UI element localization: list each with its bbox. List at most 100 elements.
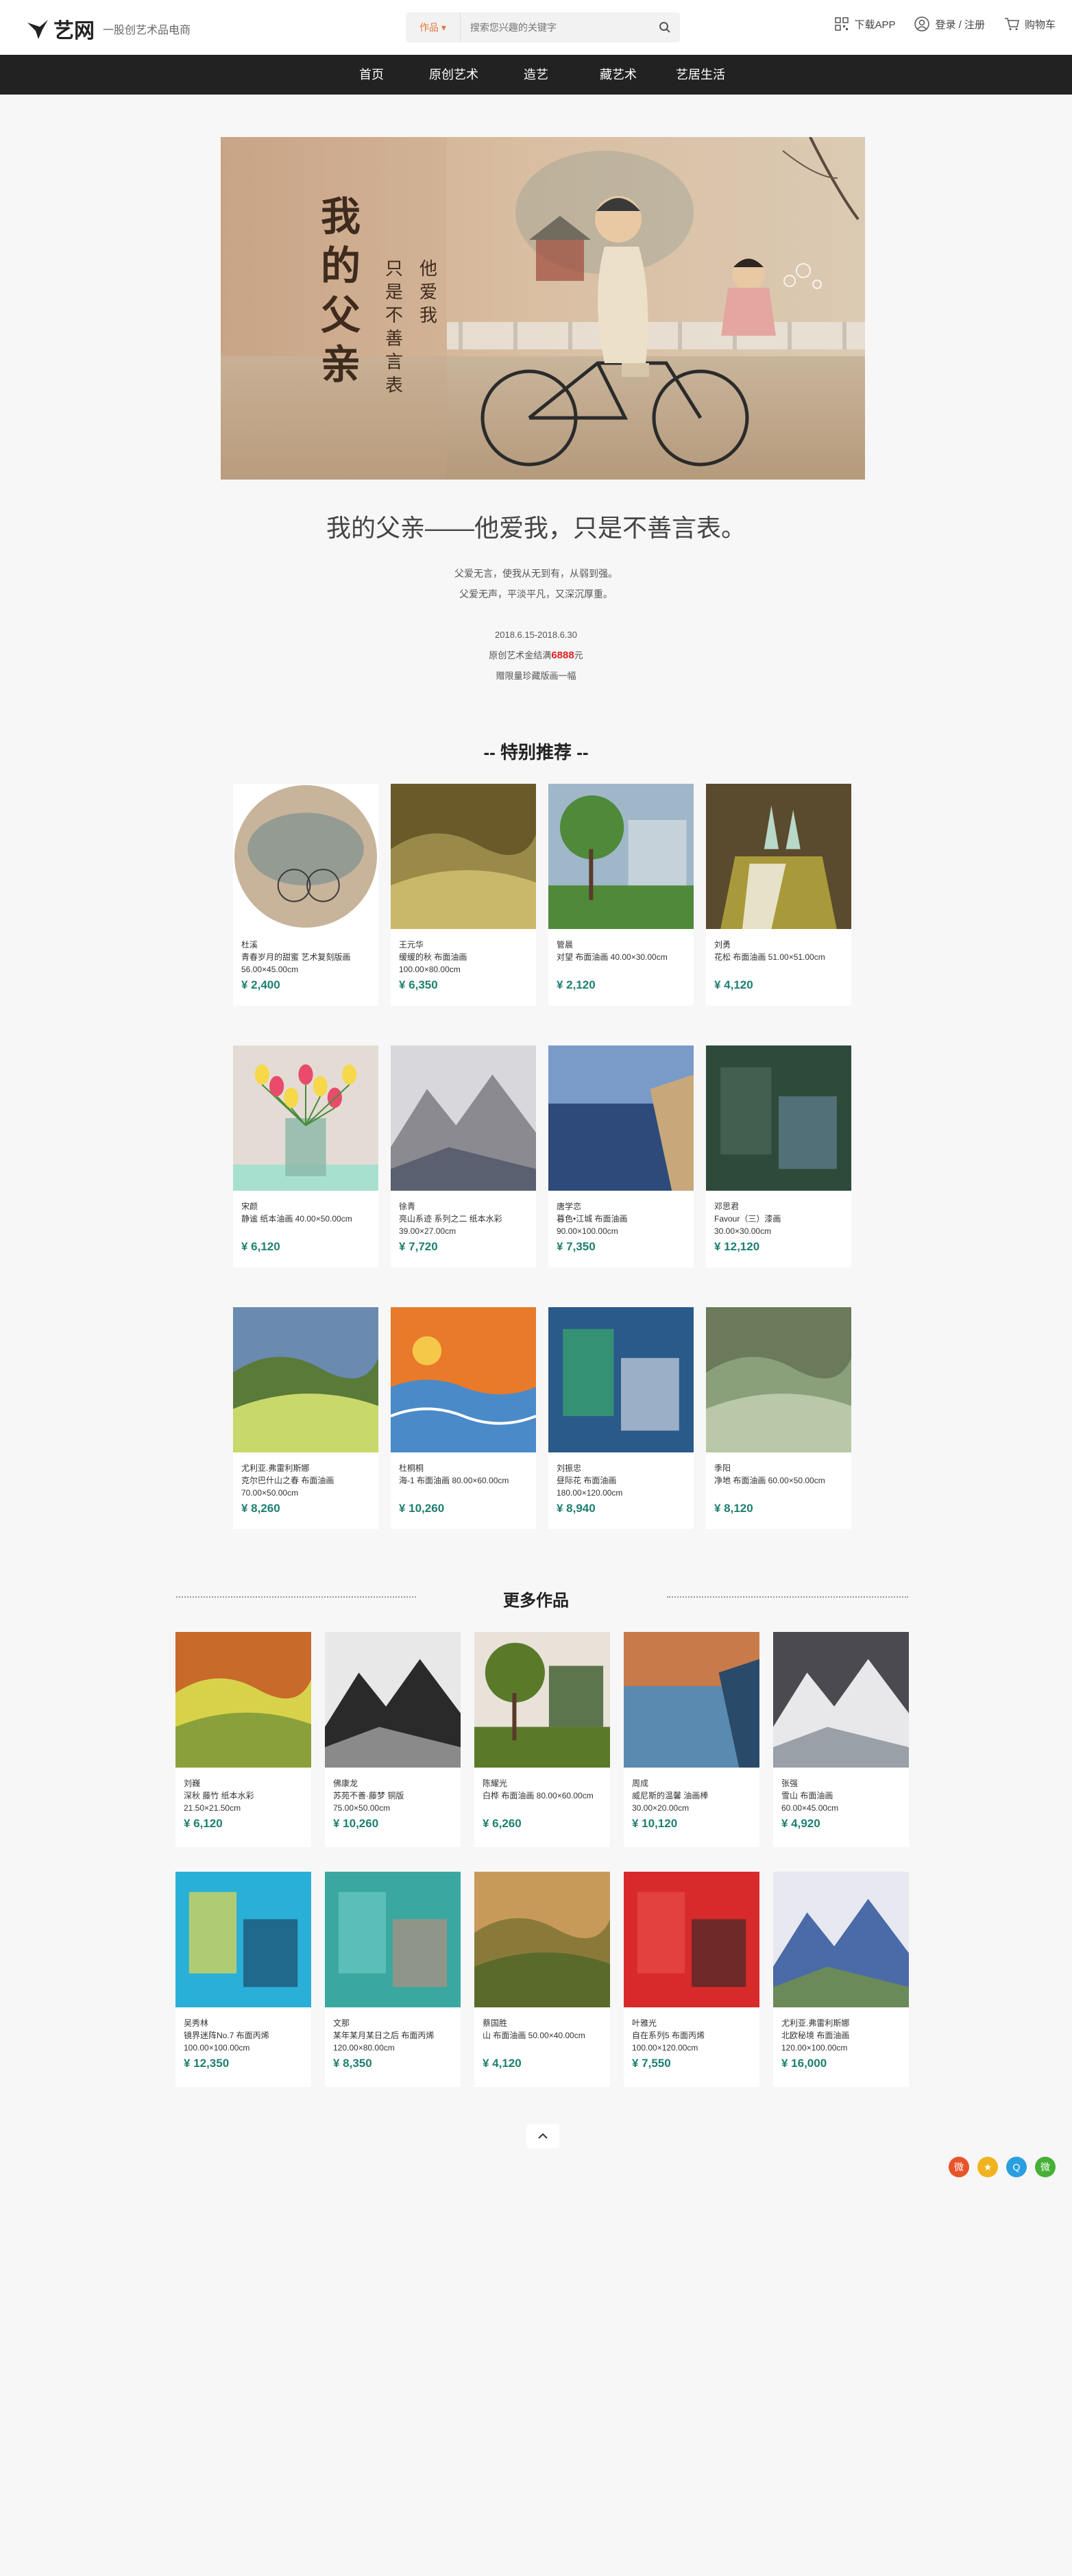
more-artwork-card[interactable]: 刘巍 深秋 藤竹 纸本水彩 21.50×21.50cm ¥ 6,120: [175, 1632, 311, 1847]
artist-name[interactable]: 周成: [632, 1777, 708, 1789]
cart-link[interactable]: 购物车: [1004, 17, 1056, 32]
artwork-thumbnail[interactable]: [390, 1307, 537, 1456]
artist-name[interactable]: 杜溪: [241, 939, 350, 951]
search-input[interactable]: [460, 22, 650, 33]
special-artwork-card[interactable]: 杜桐桐 海-1 布面油画 80.00×60.00cm ¥ 10,260: [390, 1307, 537, 1529]
special-artwork-card[interactable]: 季阳 净地 布面油画 60.00×50.00cm ¥ 8,120: [706, 1307, 851, 1529]
artist-name[interactable]: 佛康龙: [333, 1777, 404, 1789]
artist-name[interactable]: 张强: [781, 1777, 838, 1789]
more-artwork-card[interactable]: 吴秀林 镜界迷阵No.7 布面丙烯 100.00×100.00cm ¥ 12,350: [175, 1872, 311, 2087]
nav-item-original-art[interactable]: 原创艺术: [413, 55, 495, 95]
logo-text: 艺网: [53, 19, 95, 43]
artwork-info: 季阳 净地 布面油画 60.00×50.00cm: [714, 1462, 825, 1487]
qq-icon[interactable]: Q: [1006, 2157, 1027, 2177]
artist-name[interactable]: 叶雅光: [632, 2017, 705, 2029]
artist-name[interactable]: 王元华: [399, 939, 467, 951]
artist-name[interactable]: 季阳: [714, 1462, 825, 1474]
artwork-thumbnail[interactable]: [474, 1632, 610, 1771]
more-artwork-card[interactable]: 蔡国胜山 布面油画 50.00×40.00cm ¥ 4,120: [474, 1872, 610, 2087]
special-artwork-card[interactable]: 唐学恋 暮色•江城 布面油画 90.00×100.00cm ¥ 7,350: [548, 1045, 694, 1267]
event-description: 父爱无言，使我从无到有，从弱到强。 父爱无声，平淡平凡，又深沉厚重。: [0, 563, 1072, 604]
download-app-link[interactable]: 下载APP: [835, 17, 895, 32]
artwork-thumbnail[interactable]: [706, 1307, 851, 1456]
nav-item-home-living[interactable]: 艺居生活: [659, 55, 742, 95]
artwork-detail: 56.00×45.00cm: [241, 965, 299, 974]
search-category-dropdown[interactable]: 作品 ▾: [406, 12, 461, 42]
artwork-detail: 60.00×45.00cm: [781, 1803, 839, 1813]
artist-name[interactable]: 邓思君: [714, 1200, 781, 1213]
artwork-detail: Favour（三）漆画: [714, 1214, 781, 1224]
artwork-thumbnail[interactable]: [391, 784, 536, 932]
artist-name[interactable]: 徐青: [399, 1200, 502, 1213]
artist-name[interactable]: 刘振忠: [557, 1462, 622, 1474]
artwork-thumbnail[interactable]: [706, 784, 851, 932]
artwork-detail: 青春岁月的甜蜜 艺术复刻版画: [241, 952, 351, 962]
more-artwork-card[interactable]: 陈耀光 白桦 布面油画 80.00×60.00cm ¥ 6,260: [474, 1632, 610, 1847]
artist-name[interactable]: 管晨: [557, 939, 668, 951]
special-artwork-card[interactable]: 管晨 对望 布面油画 40.00×30.00cm ¥ 2,120: [548, 784, 694, 1006]
artwork-thumbnail[interactable]: [548, 784, 694, 932]
artist-name[interactable]: 杜桐桐: [399, 1462, 509, 1474]
special-artwork-card[interactable]: 王元华 缓缓的秋 布面油画 100.00×80.00cm ¥ 6,350: [391, 784, 536, 1006]
qzone-icon[interactable]: ★: [977, 2157, 998, 2177]
login-link[interactable]: 登录 / 注册: [914, 16, 985, 32]
more-artwork-card[interactable]: 叶雅光 自在系列5 布面丙烯 100.00×120.00cm ¥ 7,550: [624, 1872, 759, 2087]
special-artwork-card[interactable]: 刘振忠 昼际花 布面油画 180.00×120.00cm ¥ 8,940: [548, 1307, 694, 1529]
artwork-thumbnail[interactable]: [391, 1045, 536, 1194]
back-to-top-button[interactable]: [526, 2124, 559, 2148]
more-artwork-card[interactable]: 佛康龙 苏苑不善·藤梦 铜版 75.00×50.00cm ¥ 10,260: [325, 1632, 461, 1847]
artwork-thumbnail[interactable]: [548, 1307, 694, 1456]
artist-name[interactable]: 唐学恋: [557, 1200, 628, 1213]
artwork-price: ¥ 2,120: [557, 978, 596, 991]
artwork-thumbnail[interactable]: [233, 1307, 378, 1456]
artist-name[interactable]: 陈耀光: [483, 1777, 594, 1789]
weibo-icon[interactable]: 微: [949, 2157, 969, 2177]
search-button[interactable]: [650, 12, 680, 42]
artwork-thumbnail[interactable]: [325, 1872, 461, 2011]
nav-item-craft[interactable]: 造艺: [495, 55, 577, 95]
event-gift: 赠限量珍藏版画一幅: [496, 671, 576, 681]
artist-name[interactable]: 刘巍: [184, 1777, 254, 1789]
artist-name[interactable]: 吴秀林: [184, 2017, 269, 2029]
artwork-detail: 克尔巴什山之春 布面油画: [241, 1476, 334, 1485]
artwork-thumbnail[interactable]: [773, 1632, 909, 1771]
artwork-info: 杜桐桐 海-1 布面油画 80.00×60.00cm: [399, 1462, 509, 1487]
artwork-detail: 暮色•江城 布面油画: [557, 1214, 628, 1224]
special-artwork-card[interactable]: 宋颜 静谧 纸本油画 40.00×50.00cm ¥ 6,120: [233, 1045, 378, 1267]
more-artwork-card[interactable]: 张强 雪山 布面油画 60.00×45.00cm ¥ 4,920: [773, 1632, 909, 1847]
more-artwork-card[interactable]: 尤利亚.弗雷利斯娜 北欧秘境 布面油画 120.00×100.00cm ¥ 16,00…: [773, 1872, 909, 2087]
artwork-info: 佛康龙 苏苑不善·藤梦 铜版 75.00×50.00cm: [333, 1777, 404, 1814]
artwork-detail: 对望 布面油画 40.00×30.00cm: [557, 952, 668, 962]
artwork-thumbnail[interactable]: [233, 1045, 378, 1194]
artwork-thumbnail[interactable]: [548, 1045, 694, 1194]
artwork-price: ¥ 2,400: [241, 978, 280, 991]
artist-name[interactable]: 尤利亚.弗雷利斯娜: [781, 2017, 849, 2029]
artist-name[interactable]: 刘勇: [714, 939, 825, 951]
artwork-thumbnail[interactable]: [706, 1045, 851, 1194]
artwork-thumbnail[interactable]: [175, 1632, 311, 1771]
site-logo[interactable]: 艺网: [26, 14, 95, 44]
special-artwork-card[interactable]: 徐青 亮山系迹 系列之二 纸本水彩 39.00×27.00cm ¥ 7,720: [391, 1045, 536, 1267]
event-banner[interactable]: 我 的 父 亲 他 爱 我 只 是 不 善 言 表: [221, 137, 865, 480]
more-artwork-card[interactable]: 周成 威尼斯的温馨 油画棒 30.00×20.00cm ¥ 10,120: [624, 1632, 759, 1847]
artist-name[interactable]: 宋颜: [241, 1200, 352, 1213]
artist-name[interactable]: 蔡国胜: [483, 2017, 585, 2029]
special-artwork-card[interactable]: 杜溪 青春岁月的甜蜜 艺术复刻版画 56.00×45.00cm ¥ 2,400: [233, 784, 378, 1006]
artwork-thumbnail[interactable]: [474, 1872, 610, 2011]
special-artwork-card[interactable]: 尤利亚.弗雷利斯娜 克尔巴什山之春 布面油画 70.00×50.00cm ¥ 8,26…: [233, 1307, 378, 1529]
special-artwork-card[interactable]: 刘勇 花松 布面油画 51.00×51.00cm ¥ 4,120: [706, 784, 851, 1006]
artwork-thumbnail[interactable]: [325, 1632, 461, 1771]
nav-item-collection[interactable]: 藏艺术: [577, 55, 659, 95]
artwork-thumbnail[interactable]: [773, 1872, 909, 2011]
artwork-thumbnail[interactable]: [233, 784, 378, 932]
artist-name[interactable]: 尤利亚.弗雷利斯娜: [241, 1462, 334, 1474]
artwork-thumbnail[interactable]: [175, 1872, 311, 2011]
artwork-thumbnail[interactable]: [624, 1872, 759, 2011]
more-artwork-card[interactable]: 文那 某年某月某日之后 布面丙烯 120.00×80.00cm ¥ 8,350: [325, 1872, 461, 2087]
special-artwork-card[interactable]: 邓思君 Favour（三）漆画 30.00×30.00cm ¥ 12,120: [706, 1045, 851, 1267]
nav-item-home[interactable]: 首页: [330, 55, 413, 95]
artwork-thumbnail[interactable]: [624, 1632, 759, 1771]
artist-name[interactable]: 文那: [333, 2017, 434, 2029]
wechat-icon[interactable]: 微: [1035, 2157, 1056, 2177]
artwork-info: 尤利亚.弗雷利斯娜 克尔巴什山之春 布面油画 70.00×50.00cm: [241, 1462, 334, 1499]
